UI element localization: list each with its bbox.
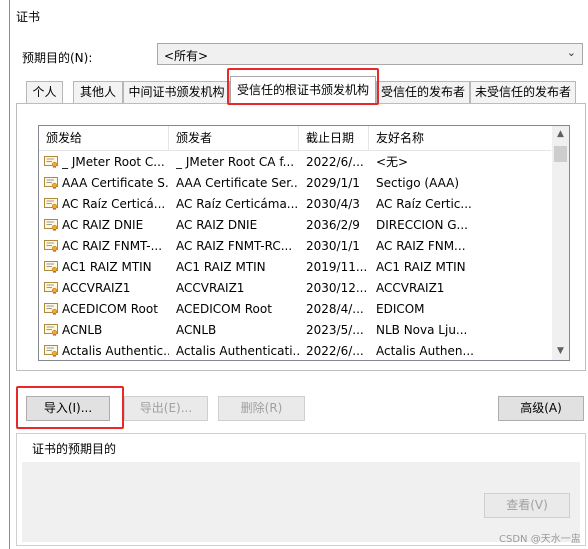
cell-expiration: 2019/11... [306,260,368,274]
column-header-issued-by[interactable]: 颁发者 [169,126,299,150]
cell-expiration: 2022/6/... [306,344,364,358]
cell-issued-by: ACEDICOM Root [176,302,272,316]
table-row[interactable]: ACNLB ACNLB 2023/5/... NLB Nova Lju... [39,320,551,341]
column-header-expiration[interactable]: 截止日期 [299,126,369,150]
certificate-icon [44,303,58,315]
certificate-icon [44,282,58,294]
cell-issued-to: AC RAIZ DNIE [62,218,144,232]
cell-issued-to: AC RAIZ FNMT-... [62,239,163,253]
column-header-issued-to[interactable]: 颁发给 [39,126,169,150]
certificate-icon [44,177,58,189]
cell-issued-by: AAA Certificate Ser... [176,176,299,190]
tab-untrusted-publishers[interactable]: 未受信任的发布者 [470,81,576,103]
cell-expiration: 2036/2/9 [306,218,360,232]
remove-button[interactable]: 删除(R) [218,396,305,421]
cell-friendly-name: Actalis Authen... [376,344,474,358]
purpose-value: <所有> [164,49,209,63]
cell-issued-by: AC RAIZ FNMT-RC... [176,239,293,253]
list-header: 颁发给 颁发者 截止日期 友好名称 [39,126,551,151]
certificate-icon [44,240,58,252]
purpose-group-label: 证书的预期目的 [30,440,119,457]
window-left-edge [0,0,10,549]
certificate-icon [44,156,58,168]
table-row[interactable]: ACEDICOM Root ACEDICOM Root 2028/4/... EDIC… [39,299,551,320]
table-row[interactable]: Actalis Authentic... Actalis Authenticati… [39,341,551,360]
cell-issued-to: AC Raíz Certicá... [62,197,166,211]
cell-friendly-name: DIRECCION G... [376,218,468,232]
view-button[interactable]: 查看(V) [484,493,570,518]
chevron-down-icon: ⌄ [566,46,576,59]
certificate-icon [44,198,58,210]
export-button[interactable]: 导出(E)... [124,396,208,421]
cell-friendly-name: ACCVRAIZ1 [376,281,445,295]
cell-expiration: 2030/12... [306,281,368,295]
scroll-up-icon[interactable]: ▲ [552,126,569,143]
cell-issued-by: _ JMeter Root CA f... [176,155,295,169]
certificate-icon [44,219,58,231]
cell-issued-by: AC1 RAIZ MTIN [176,260,266,274]
cell-issued-by: AC RAIZ DNIE [176,218,258,232]
scroll-thumb[interactable] [554,146,567,162]
cell-friendly-name: NLB Nova Lju... [376,323,468,337]
highlight-box-tab [227,68,379,105]
scroll-down-icon[interactable]: ▼ [552,343,569,360]
cell-issued-to: ACEDICOM Root [62,302,158,316]
highlight-box-import [16,386,124,429]
certificate-icon [44,261,58,273]
tab-others[interactable]: 其他人 [73,81,123,103]
table-row[interactable]: AC Raíz Certicá... AC Raíz Certicáma... 20… [39,194,551,215]
cell-friendly-name: <无> [376,155,409,169]
cell-issued-to: ACNLB [62,323,103,337]
table-row[interactable]: AC RAIZ DNIE AC RAIZ DNIE 2036/2/9 DIRECCIO… [39,215,551,236]
purpose-label: 预期目的(N): [22,51,93,65]
cell-issued-to: _ JMeter Root C... [62,155,165,169]
table-row[interactable]: AC1 RAIZ MTIN AC1 RAIZ MTIN 2019/11... AC1 … [39,257,551,278]
cell-issued-to: AC1 RAIZ MTIN [62,260,152,274]
certificate-list[interactable]: 颁发给 颁发者 截止日期 友好名称 _ JMeter Root C... _ JM… [38,125,570,361]
column-header-friendly-name[interactable]: 友好名称 [369,126,551,150]
cell-issued-by: ACNLB [176,323,217,337]
watermark: CSDN @天水一盅 [499,534,581,545]
cell-issued-by: ACCVRAIZ1 [176,281,245,295]
window-title: 证书 [16,10,41,24]
tab-intermediate-ca[interactable]: 中间证书颁发机构 [123,81,230,103]
cell-expiration: 2029/1/1 [306,176,360,190]
cell-friendly-name: AC1 RAIZ MTIN [376,260,466,274]
cell-expiration: 2030/4/3 [306,197,360,211]
vertical-scrollbar[interactable]: ▲ ▼ [552,126,569,360]
cell-issued-by: AC Raíz Certicáma... [176,197,299,211]
cell-friendly-name: AC Raíz Certic... [376,197,472,211]
certificate-icon [44,345,58,357]
cell-issued-to: AAA Certificate S... [62,176,169,190]
certificate-icon [44,324,58,336]
cell-issued-by: Actalis Authenticati... [176,344,299,358]
cell-expiration: 2028/4/... [306,302,364,316]
cell-friendly-name: AC RAIZ FNM... [376,239,466,253]
advanced-button[interactable]: 高级(A) [498,396,584,421]
tab-personal[interactable]: 个人 [26,81,63,103]
tab-trusted-publishers[interactable]: 受信任的发布者 [376,81,470,103]
cell-issued-to: Actalis Authentic... [62,344,169,358]
cell-expiration: 2030/1/1 [306,239,360,253]
cell-expiration: 2022/6/... [306,155,364,169]
cell-friendly-name: EDICOM [376,302,425,316]
table-row[interactable]: ACCVRAIZ1 ACCVRAIZ1 2030/12... ACCVRAIZ1 [39,278,551,299]
table-row[interactable]: AAA Certificate S... AAA Certificate Ser.… [39,173,551,194]
table-row[interactable]: AC RAIZ FNMT-... AC RAIZ FNMT-RC... 2030/1… [39,236,551,257]
cell-issued-to: ACCVRAIZ1 [62,281,131,295]
cell-friendly-name: Sectigo (AAA) [376,176,460,190]
cell-expiration: 2023/5/... [306,323,364,337]
table-row[interactable]: _ JMeter Root C... _ JMeter Root CA f... 2… [39,152,551,173]
purpose-combo[interactable]: <所有> ⌄ [157,43,583,65]
